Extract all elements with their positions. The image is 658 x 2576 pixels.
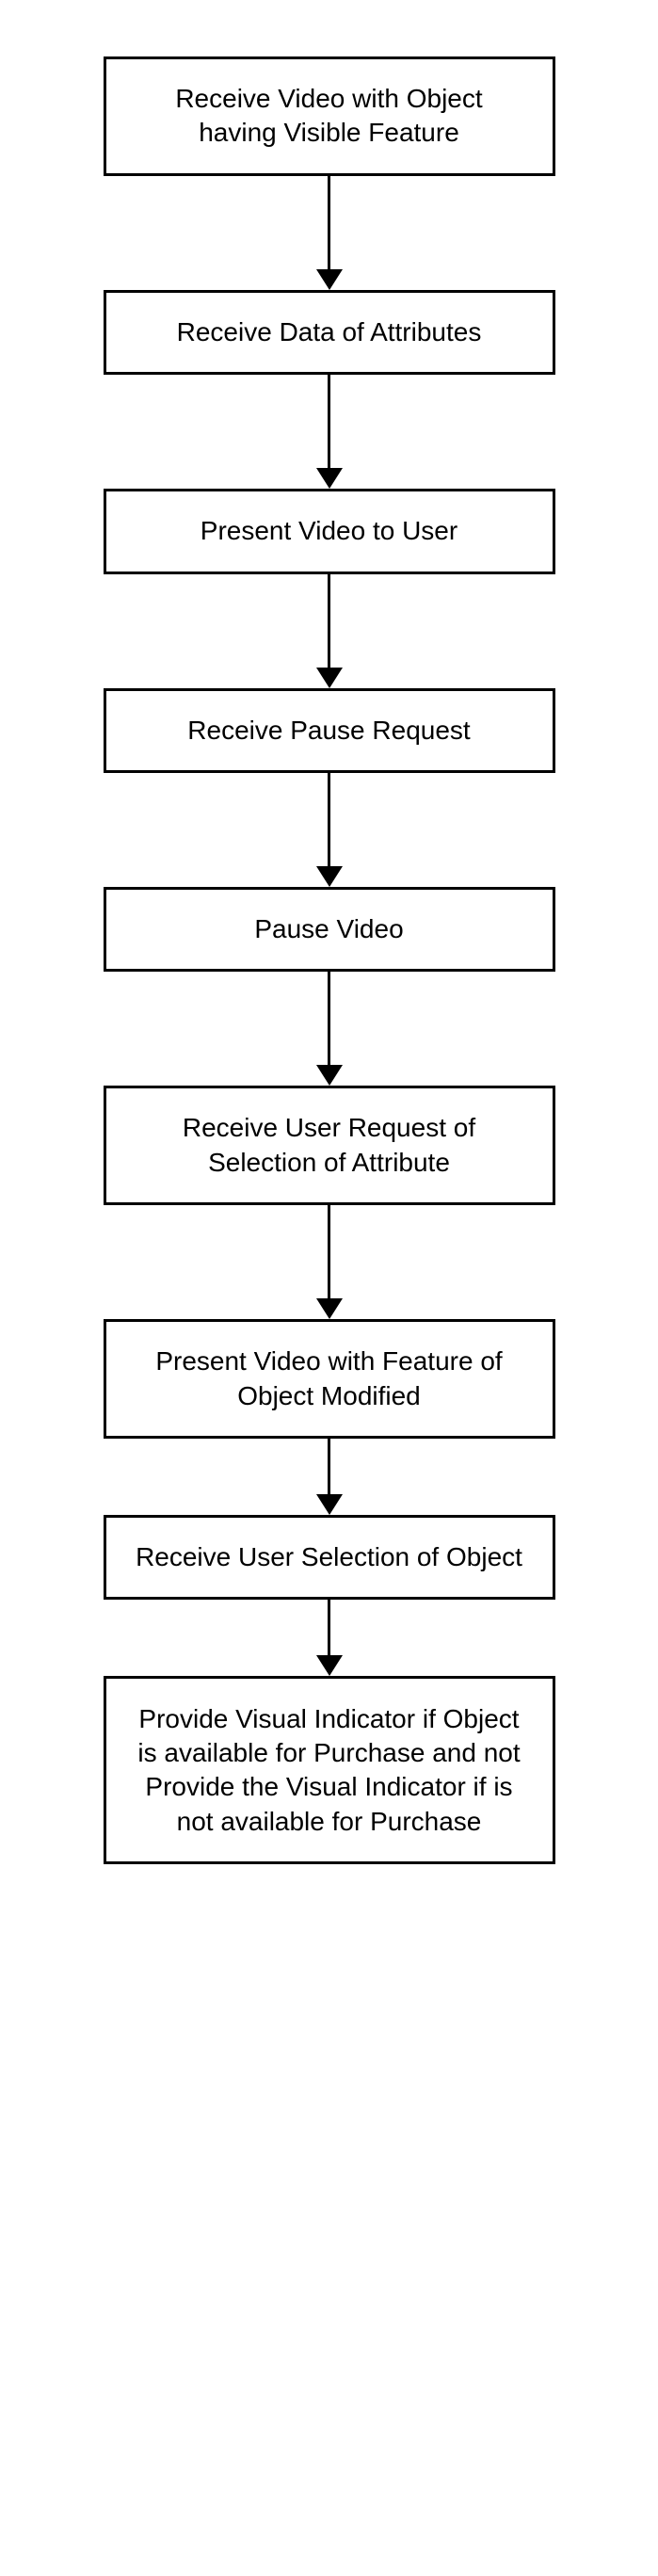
arrow-down-icon <box>316 1205 343 1319</box>
arrow-down-icon <box>316 1439 343 1515</box>
arrow-down-icon <box>316 176 343 290</box>
flow-step: Receive Pause Request <box>104 688 555 773</box>
flow-step-label: Pause Video <box>254 912 403 946</box>
flow-step-label: Receive Video with Object having Visible… <box>135 82 524 151</box>
arrow-down-icon <box>316 1600 343 1676</box>
arrow-down-icon <box>316 972 343 1086</box>
flowchart-container: Receive Video with Object having Visible… <box>0 56 658 1864</box>
flow-step-label: Present Video to User <box>201 514 457 548</box>
flow-step-label: Receive Pause Request <box>187 714 470 748</box>
flow-step: Present Video to User <box>104 489 555 573</box>
flow-step: Pause Video <box>104 887 555 972</box>
flow-step-label: Receive Data of Attributes <box>177 315 482 349</box>
flow-step: Receive User Request of Selection of Att… <box>104 1086 555 1205</box>
flow-step-label: Receive User Request of Selection of Att… <box>135 1111 524 1180</box>
flow-step: Provide Visual Indicator if Object is av… <box>104 1676 555 1864</box>
arrow-down-icon <box>316 574 343 688</box>
flow-step-label: Present Video with Feature of Object Mod… <box>135 1344 524 1413</box>
flow-step: Receive Data of Attributes <box>104 290 555 375</box>
flow-step: Receive User Selection of Object <box>104 1515 555 1600</box>
arrow-down-icon <box>316 375 343 489</box>
flow-step: Present Video with Feature of Object Mod… <box>104 1319 555 1439</box>
flow-step: Receive Video with Object having Visible… <box>104 56 555 176</box>
flow-step-label: Receive User Selection of Object <box>136 1540 522 1574</box>
flow-step-label: Provide Visual Indicator if Object is av… <box>135 1702 524 1840</box>
arrow-down-icon <box>316 773 343 887</box>
